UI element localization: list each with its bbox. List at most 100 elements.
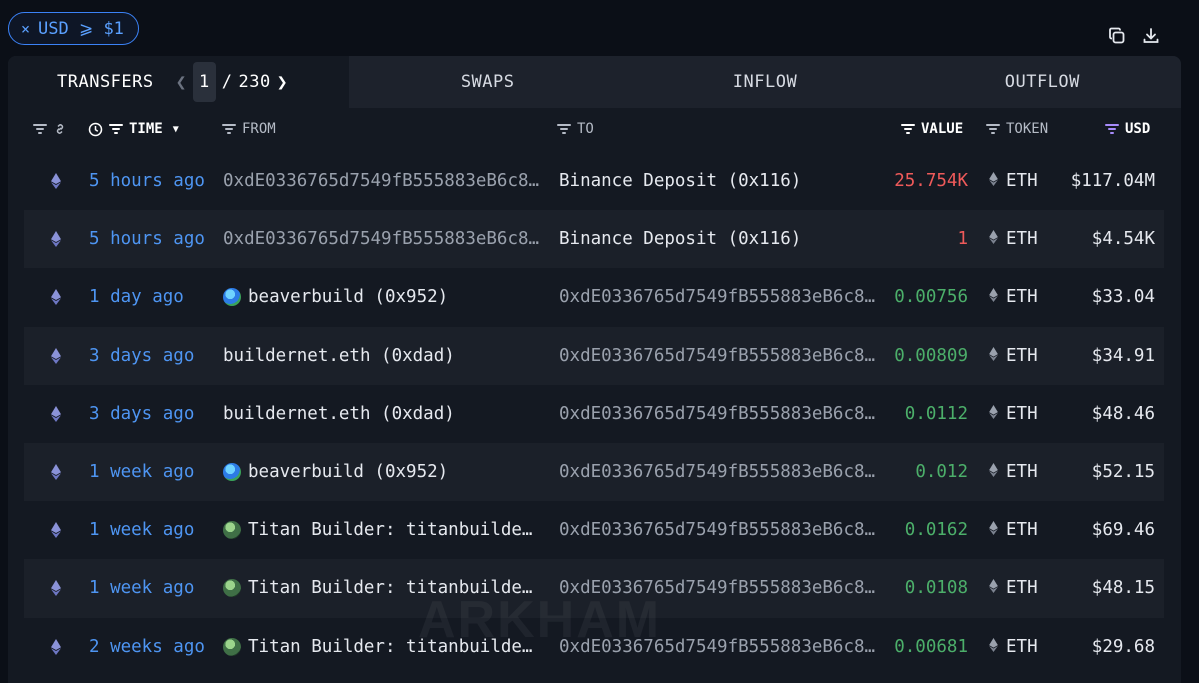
from-entity[interactable]: buildernet.eth (0xdad) (223, 385, 545, 443)
tab-transfers[interactable]: TRANSFERS ❮ 1 / 230 ❯ (8, 56, 349, 108)
tab-swaps[interactable]: SWAPS (349, 56, 626, 108)
ethereum-icon (46, 618, 66, 676)
table-row[interactable]: 1 week ago beaverbuild (0x952) 0xdE03367… (24, 442, 1164, 502)
time-link[interactable]: 1 week ago (89, 559, 194, 617)
download-icon[interactable] (1141, 26, 1161, 46)
filter-active-icon[interactable] (1105, 124, 1119, 134)
usd-filter-chip[interactable]: × USD ⩾ $1 (8, 12, 139, 45)
usd-amount: $4.54K (1091, 229, 1155, 250)
from-label: buildernet.eth (0xdad) (223, 345, 455, 366)
filter-icon[interactable] (109, 124, 123, 134)
ethereum-icon (46, 327, 66, 385)
clock-icon (88, 122, 103, 136)
to-label: 0xdE0336765d7549fB555883eB6c8… (559, 462, 876, 483)
caret-down-icon[interactable]: ▼ (173, 124, 179, 135)
usd-column-header[interactable]: USD (1105, 108, 1150, 150)
chevron-right-icon[interactable]: ❯ (277, 72, 288, 93)
eth-token-icon (989, 287, 998, 307)
token-cell[interactable]: ETH (989, 501, 1038, 559)
token-symbol: ETH (1006, 229, 1038, 250)
entity-icon (223, 521, 241, 540)
from-entity[interactable]: 0xdE0336765d7549fB555883eB6c8… (223, 152, 545, 210)
filter-icon[interactable] (222, 124, 236, 134)
time-link[interactable]: 1 day ago (89, 268, 184, 326)
from-entity[interactable]: beaverbuild (0x952) (223, 268, 545, 326)
token-symbol: ETH (1006, 171, 1038, 192)
table-row[interactable]: 1 day ago beaverbuild (0x952) 0xdE033676… (24, 268, 1164, 326)
token-column-label: TOKEN (1006, 121, 1049, 137)
table-row[interactable]: 5 hours ago 0xdE0336765d7549fB555883eB6c… (24, 210, 1164, 269)
token-cell[interactable]: ETH (989, 268, 1038, 326)
value-column-header[interactable]: VALUE (901, 108, 963, 150)
chevron-left-icon[interactable]: ❮ (176, 72, 187, 93)
token-cell[interactable]: ETH (989, 152, 1038, 210)
to-column-header[interactable]: TO (557, 108, 594, 150)
token-cell[interactable]: ETH (989, 385, 1038, 443)
token-column-header[interactable]: TOKEN (986, 108, 1048, 150)
time-link[interactable]: 3 days ago (89, 385, 194, 443)
filter-icon[interactable] (986, 124, 1000, 134)
token-cell[interactable]: ETH (989, 327, 1038, 385)
eth-token-icon (989, 171, 998, 191)
to-entity[interactable]: Binance Deposit (0x116) (559, 152, 881, 210)
value-amount: 1 (957, 229, 968, 250)
token-symbol: ETH (1006, 578, 1038, 599)
to-entity[interactable]: 0xdE0336765d7549fB555883eB6c8… (559, 268, 881, 326)
token-cell[interactable]: ETH (989, 443, 1038, 501)
copy-icon[interactable] (1107, 26, 1127, 46)
from-entity[interactable]: beaverbuild (0x952) (223, 443, 545, 501)
entity-icon (223, 637, 241, 656)
usd-amount: $48.46 (1091, 403, 1155, 424)
from-label: 0xdE0336765d7549fB555883eB6c8… (223, 229, 540, 250)
value-amount: 0.012 (915, 462, 968, 483)
usd-amount: $33.04 (1091, 287, 1155, 308)
chain-column-header[interactable] (33, 108, 67, 150)
close-icon[interactable]: × (21, 20, 30, 38)
from-entity[interactable]: Titan Builder: titanbuilde… (223, 501, 545, 559)
value-amount: 0.0162 (904, 520, 968, 541)
time-link[interactable]: 5 hours ago (89, 210, 205, 268)
to-entity[interactable]: 0xdE0336765d7549fB555883eB6c8… (559, 327, 881, 385)
token-cell[interactable]: ETH (989, 559, 1038, 617)
from-column-header[interactable]: FROM (222, 108, 276, 150)
top-actions (1107, 26, 1161, 46)
value-amount: 0.00809 (894, 345, 968, 366)
filter-icon[interactable] (901, 124, 915, 134)
to-entity[interactable]: 0xdE0336765d7549fB555883eB6c8… (559, 501, 881, 559)
transfers-page: × USD ⩾ $1 TRANSFERS ❮ 1 / 230 ❯ SWAPS I… (0, 0, 1199, 683)
to-entity[interactable]: 0xdE0336765d7549fB555883eB6c8… (559, 385, 881, 443)
value-amount: 0.0112 (904, 403, 968, 424)
time-link[interactable]: 1 week ago (89, 443, 194, 501)
to-entity[interactable]: 0xdE0336765d7549fB555883eB6c8… (559, 443, 881, 501)
to-entity[interactable]: Binance Deposit (0x116) (559, 210, 881, 268)
transfers-panel: TRANSFERS ❮ 1 / 230 ❯ SWAPS INFLOW OUTFL… (8, 56, 1181, 683)
time-link[interactable]: 1 week ago (89, 501, 194, 559)
link-icon[interactable] (53, 122, 67, 136)
eth-token-icon (989, 637, 998, 657)
from-entity[interactable]: buildernet.eth (0xdad) (223, 327, 545, 385)
from-label: beaverbuild (0x952) (248, 287, 449, 308)
token-cell[interactable]: ETH (989, 618, 1038, 676)
page-separator: / (221, 72, 233, 92)
token-symbol: ETH (1006, 462, 1038, 483)
table-row[interactable]: 5 hours ago 0xdE0336765d7549fB555883eB6c… (24, 152, 1164, 210)
table-row[interactable]: 3 days ago buildernet.eth (0xdad) 0xdE03… (24, 385, 1164, 443)
page-current[interactable]: 1 (192, 62, 216, 102)
tab-inflow[interactable]: INFLOW (626, 56, 903, 108)
eth-token-icon (989, 346, 998, 366)
time-link[interactable]: 2 weeks ago (89, 618, 205, 676)
table-row[interactable]: 3 days ago buildernet.eth (0xdad) 0xdE03… (24, 326, 1164, 385)
time-column-header[interactable]: TIME ▼ (88, 108, 179, 150)
filter-icon[interactable] (557, 124, 571, 134)
watermark: ARKHAM (418, 591, 662, 649)
usd-amount: $34.91 (1091, 345, 1155, 366)
time-link[interactable]: 3 days ago (89, 327, 194, 385)
table-row[interactable]: 1 week ago Titan Builder: titanbuilde… 0… (24, 501, 1164, 559)
token-cell[interactable]: ETH (989, 210, 1038, 268)
token-symbol: ETH (1006, 287, 1038, 308)
filter-icon[interactable] (33, 124, 47, 134)
time-link[interactable]: 5 hours ago (89, 152, 205, 210)
tab-outflow[interactable]: OUTFLOW (904, 56, 1181, 108)
value-column-label: VALUE (921, 121, 964, 137)
from-entity[interactable]: 0xdE0336765d7549fB555883eB6c8… (223, 210, 545, 268)
